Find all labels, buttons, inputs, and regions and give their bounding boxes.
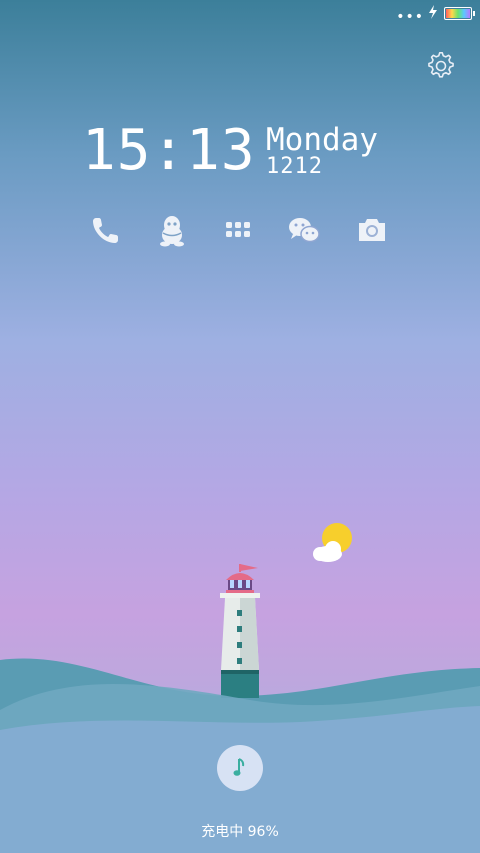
phone-icon[interactable]: [88, 212, 124, 248]
grid-dots-icon[interactable]: [220, 212, 256, 248]
lightning-bolt-icon: [429, 5, 437, 19]
cloud-icon: [313, 541, 342, 562]
music-button[interactable]: [217, 745, 263, 791]
lighthouse-wallpaper: [0, 523, 480, 853]
charging-status: 充电中 96%: [201, 824, 279, 840]
qq-penguin-icon[interactable]: [154, 212, 190, 248]
music-note-icon: [233, 758, 245, 776]
battery-icon: [444, 7, 475, 20]
status-bar: •••: [0, 0, 480, 26]
camera-icon[interactable]: [354, 212, 390, 248]
lighthouse: [220, 564, 260, 698]
gear-icon[interactable]: [426, 51, 456, 81]
more-dots-icon: •••: [396, 9, 424, 25]
clock-date: 1212: [266, 154, 323, 179]
wechat-icon[interactable]: [286, 212, 322, 248]
clock-day: Monday: [266, 122, 378, 158]
clock-time: 15:13: [82, 118, 256, 183]
lock-screen: ••• 15:13 Monday 1212 充电中 96%: [0, 0, 480, 853]
